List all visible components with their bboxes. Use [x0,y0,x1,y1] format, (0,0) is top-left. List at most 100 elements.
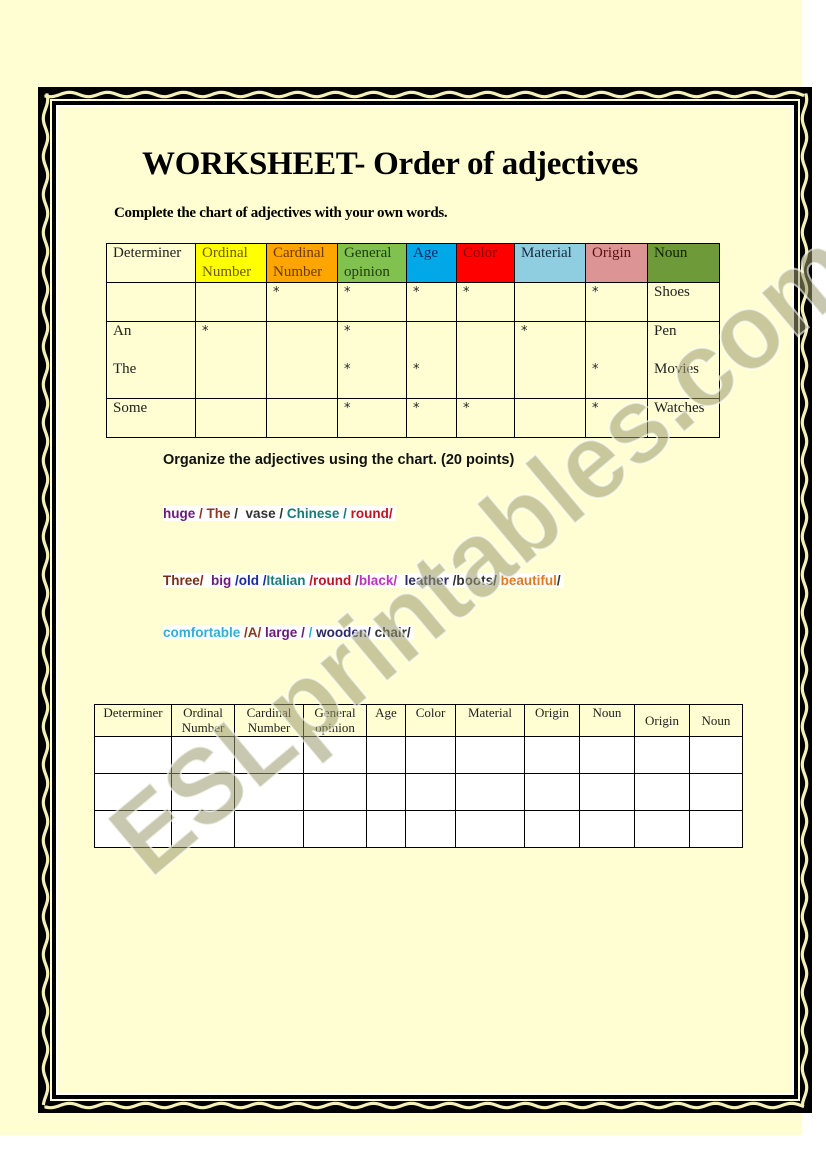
answer-chart: Determiner Ordinal Number Cardinal Number G… [94,704,743,848]
chart-cell: * [266,282,338,322]
asterisk-marker: * [463,285,470,300]
answer-header-origin: Origin [524,704,580,737]
answer-header-material: Material [455,704,525,737]
answer-cell[interactable] [94,810,172,848]
cell-text [202,399,260,418]
answer-cell[interactable] [94,736,172,774]
chart-row: Some * * * * Watches [106,398,720,438]
chart-cell: * [585,398,648,438]
chart-header-material: Material [514,243,586,283]
chart-header-determiner: Determiner [106,243,196,283]
chart-cell: * [406,398,457,438]
asterisk-marker: * [273,285,280,300]
answer-cell[interactable] [234,736,304,774]
worksheet-title: WORKSHEET- Order of adjectives [142,146,639,182]
chart-cell: Some [106,398,196,438]
chart-header-ordinal-number: Ordinal Number [195,243,267,283]
answer-cell[interactable] [94,773,172,811]
answer-cell[interactable] [634,810,690,848]
asterisk-marker: * [344,401,351,416]
chart-row: An The * * * * * * Pen Movies [106,321,720,399]
answer-header-origin: Origin [634,704,690,737]
word-fragment: chair/ [370,625,411,640]
answer-cell[interactable] [689,773,743,811]
answer-cell[interactable] [689,810,743,848]
word-fragment: / [275,506,287,521]
chart-cell: * * [337,321,407,399]
answer-cell[interactable] [455,736,525,774]
chart-header-row: Determiner Ordinal Number Cardinal Number G… [106,243,720,283]
answer-cell[interactable] [366,773,406,811]
chart-cell: Watches [647,398,720,438]
asterisk-marker: * [592,362,599,377]
cell-text [273,322,331,360]
asterisk-marker: * [592,285,599,300]
answer-cell[interactable] [405,736,456,774]
answer-cell[interactable] [579,736,635,774]
answer-cell[interactable] [366,736,406,774]
answer-header-noun: Noun [689,704,743,737]
chart-header-age: Age [406,243,457,283]
asterisk-marker: * [413,285,420,300]
asterisk-marker: * [344,362,351,377]
answer-cell[interactable] [634,736,690,774]
asterisk-marker: * [413,401,420,416]
cell-text: Movies [654,361,699,377]
cell-text [521,399,579,418]
word-fragment: / [230,506,246,521]
answer-cell[interactable] [579,810,635,848]
answer-cell[interactable] [455,773,525,811]
answer-cell[interactable] [455,810,525,848]
cell-text: Shoes [654,284,690,300]
answer-cell[interactable] [366,810,406,848]
answer-cell[interactable] [524,810,580,848]
answer-cell[interactable] [234,810,304,848]
cell-text [521,283,579,302]
word-fragment: vase [245,506,276,521]
chart-row: * * * * * Shoes [106,282,720,322]
chart-cell [514,398,586,438]
word-fragment: / [195,506,207,521]
answer-cell[interactable] [524,736,580,774]
word-fragment: /old [231,573,260,588]
word-fragment: / [339,506,351,521]
adjective-order-chart: Determiner Ordinal Number Cardinal Number G… [106,243,720,438]
answer-cell[interactable] [405,810,456,848]
cell-text: Some [113,400,148,416]
answer-cell[interactable] [171,810,235,848]
answer-cell[interactable] [303,773,367,811]
answer-cell[interactable] [405,773,456,811]
chart-cell: * [585,321,648,399]
answer-cell[interactable] [524,773,580,811]
cell-text [202,283,260,302]
cell-text [413,322,450,360]
chart-cell [266,398,338,438]
word-fragment: /round [305,573,352,588]
answer-chart-header-row: Determiner Ordinal Number Cardinal Number G… [94,704,743,737]
chart-cell: * [337,282,407,322]
answer-cell[interactable] [303,736,367,774]
cell-text [202,360,260,398]
chart-header-cardinal-number: Cardinal Number [266,243,338,283]
scrambled-words-line-3: comfortable /A/ large / / wooden/ chair/ [163,625,414,640]
answer-cell[interactable] [579,773,635,811]
answer-cell[interactable] [689,736,743,774]
answer-header-ordinal-number: Ordinal Number [171,704,235,737]
answer-cell[interactable] [171,736,235,774]
chart-cell [456,321,515,399]
asterisk-marker: * [344,285,351,300]
answer-cell[interactable] [234,773,304,811]
chart-header-origin: Origin [585,243,648,283]
word-fragment: beautiful [496,573,557,588]
chart-cell [106,282,196,322]
answer-cell[interactable] [303,810,367,848]
asterisk-marker: * [592,401,599,416]
worksheet-subtitle: Complete the chart of adjectives with yo… [114,205,448,221]
asterisk-marker: * [202,324,209,339]
answer-cell[interactable] [171,773,235,811]
chart-cell: * [195,321,267,399]
asterisk-marker: * [413,362,420,377]
word-fragment: round/ [350,506,393,521]
answer-cell[interactable] [634,773,690,811]
word-fragment: large [261,625,298,640]
